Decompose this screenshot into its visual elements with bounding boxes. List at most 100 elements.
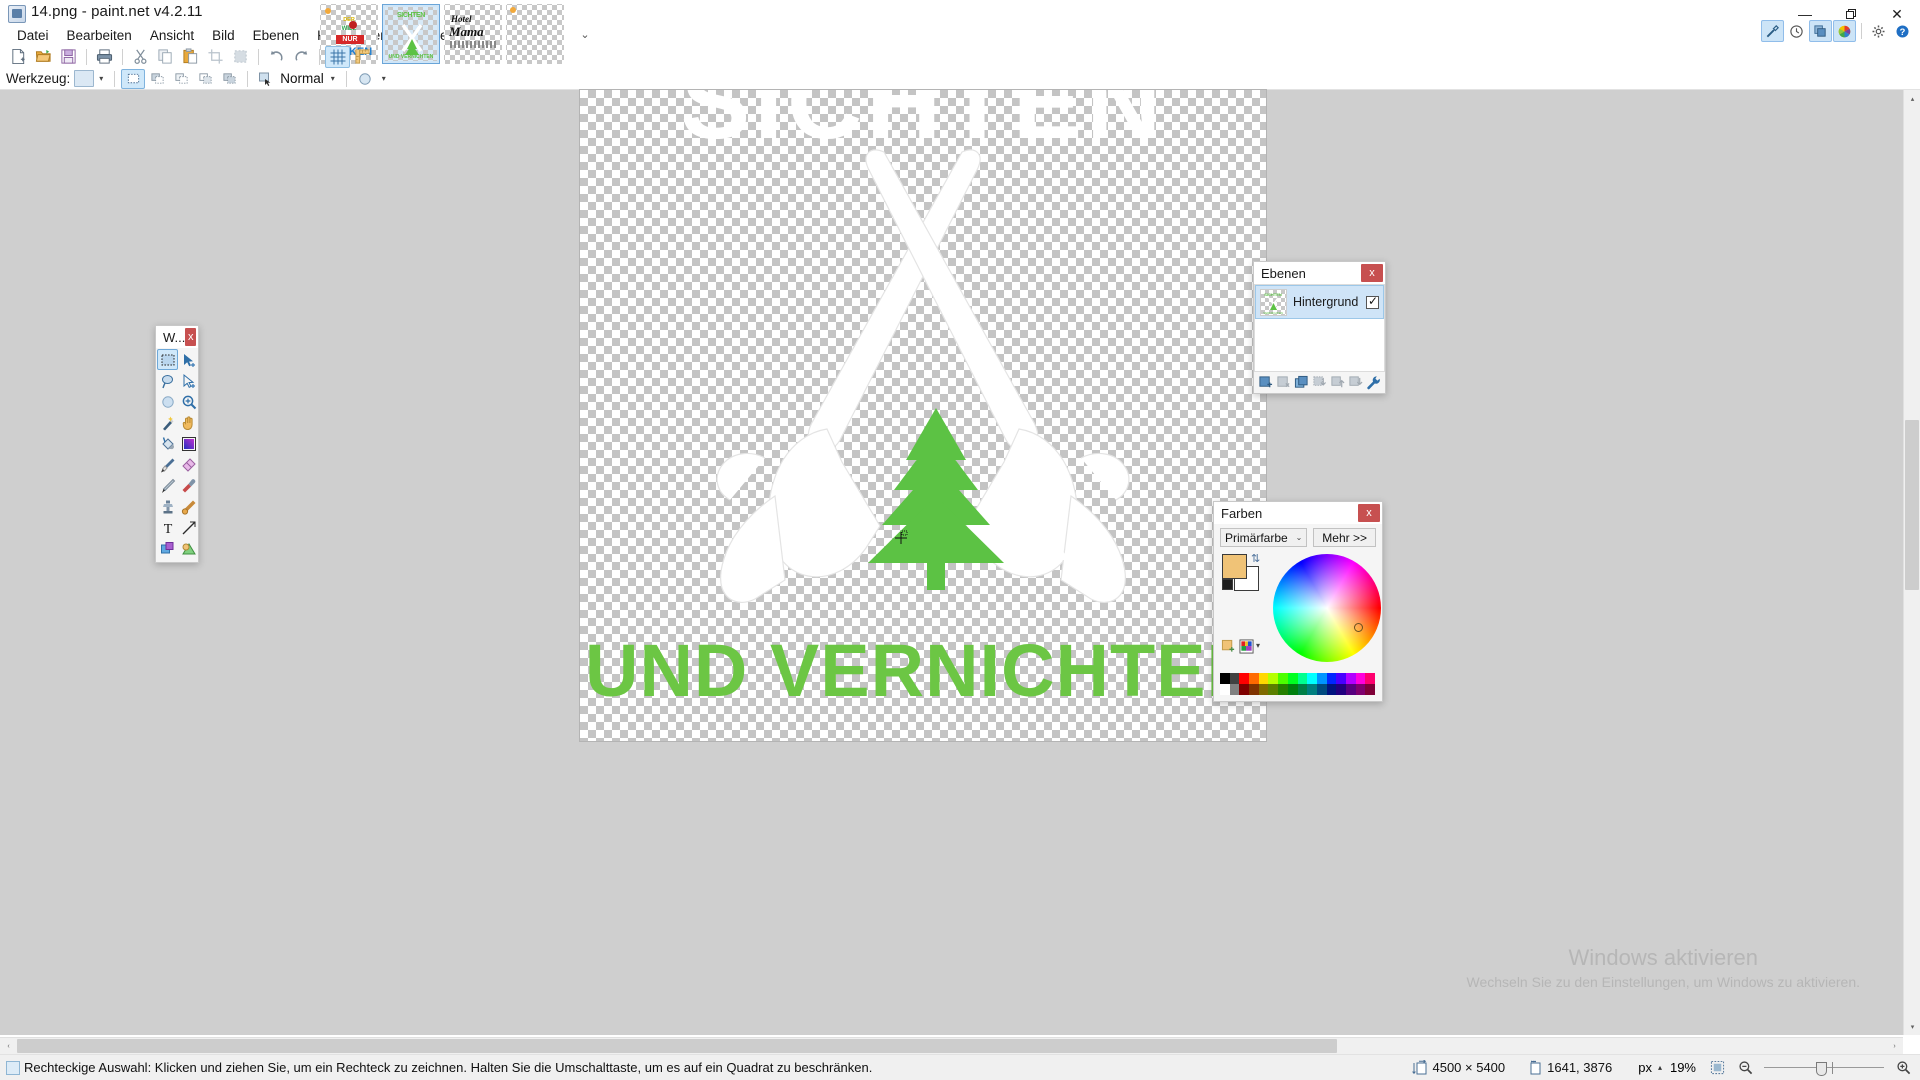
- palette-swatch[interactable]: [1307, 673, 1317, 684]
- tool-magic-wand[interactable]: [157, 412, 178, 433]
- selection-mode-intersect[interactable]: [193, 69, 217, 89]
- tool-color-picker[interactable]: [178, 475, 199, 496]
- tool-text[interactable]: T: [157, 517, 178, 538]
- palette-swatch[interactable]: [1278, 673, 1288, 684]
- palette-swatch[interactable]: [1365, 673, 1375, 684]
- color-wheel-area[interactable]: [1270, 552, 1381, 670]
- tool-paint-bucket[interactable]: [157, 433, 178, 454]
- palette-swatch[interactable]: [1316, 673, 1327, 684]
- palette-swatch[interactable]: [1336, 673, 1346, 684]
- menu-bearbeiten[interactable]: Bearbeiten: [58, 25, 141, 46]
- vertical-scroll-thumb[interactable]: [1905, 420, 1919, 590]
- tool-pan[interactable]: [178, 412, 199, 433]
- tool-ellipse-select[interactable]: [157, 391, 178, 412]
- crop-to-selection-button[interactable]: [203, 46, 228, 68]
- palette-swatch[interactable]: [1258, 673, 1269, 684]
- tools-window[interactable]: W... x T: [155, 325, 199, 563]
- colors-window[interactable]: Farben x Primärfarbe ⌄ Mehr >> ⇅ ▾: [1213, 501, 1383, 702]
- delete-layer-button[interactable]: [1275, 374, 1292, 392]
- selection-mode-exclude[interactable]: [169, 69, 193, 89]
- tool-move-selected[interactable]: [178, 349, 199, 370]
- tool-pencil[interactable]: [157, 475, 178, 496]
- layers-window-close-button[interactable]: x: [1361, 264, 1383, 282]
- move-layer-up-button[interactable]: [1329, 374, 1346, 392]
- antialiasing-button[interactable]: [353, 69, 377, 89]
- current-tool-swatch[interactable]: [74, 70, 95, 87]
- history-toggle-button[interactable]: [1785, 20, 1808, 42]
- palette-swatch[interactable]: [1307, 684, 1317, 695]
- deselect-button[interactable]: [228, 46, 253, 68]
- fill-mode-caret-icon[interactable]: ▾: [326, 74, 340, 83]
- tool-clone-stamp[interactable]: [157, 496, 178, 517]
- reset-colors-swatch[interactable]: [1222, 579, 1233, 590]
- thumbnail-dropdown-button[interactable]: ⌄: [574, 23, 596, 45]
- palette-swatch[interactable]: [1345, 673, 1356, 684]
- grid-button[interactable]: [325, 45, 350, 68]
- duplicate-layer-button[interactable]: [1293, 374, 1310, 392]
- copy-button[interactable]: [153, 46, 178, 68]
- rulers-button[interactable]: [350, 46, 375, 68]
- layer-properties-button[interactable]: [1365, 374, 1382, 392]
- zoom-slider[interactable]: [1764, 1060, 1884, 1076]
- antialiasing-caret-icon[interactable]: ▾: [377, 74, 391, 83]
- tool-gradient[interactable]: [178, 433, 199, 454]
- palette-swatch[interactable]: [1278, 684, 1288, 695]
- palette-swatch[interactable]: [1336, 684, 1346, 695]
- open-file-button[interactable]: [31, 46, 56, 68]
- palette-swatch[interactable]: [1345, 684, 1356, 695]
- color-wheel[interactable]: [1272, 554, 1381, 662]
- scroll-down-arrow-icon[interactable]: ▾: [1904, 1018, 1920, 1035]
- selection-mode-xor[interactable]: [217, 69, 241, 89]
- tool-shapes-alt[interactable]: [178, 538, 199, 559]
- print-button[interactable]: [92, 46, 117, 68]
- horizontal-scrollbar[interactable]: ‹ ›: [0, 1037, 1903, 1054]
- palette-swatch[interactable]: [1220, 673, 1230, 684]
- canvas-work-area[interactable]: SICHTEN UND VERNICHTEN Windows aktiviere…: [0, 90, 1920, 1035]
- palette-swatch[interactable]: [1268, 673, 1279, 684]
- palette-swatch[interactable]: [1287, 673, 1298, 684]
- add-layer-button[interactable]: [1257, 374, 1274, 392]
- tool-recolor[interactable]: [178, 496, 199, 517]
- palette-swatch[interactable]: [1239, 673, 1250, 684]
- palette-caret-icon[interactable]: ▾: [1256, 641, 1260, 650]
- tool-paintbrush[interactable]: [157, 454, 178, 475]
- zoom-slider-thumb[interactable]: [1816, 1061, 1827, 1076]
- palette-swatch[interactable]: [1229, 684, 1240, 695]
- more-colors-button[interactable]: Mehr >>: [1313, 528, 1376, 547]
- layer-row-hintergrund[interactable]: SICHTEN VERNICHTEN Hintergrund: [1255, 285, 1384, 319]
- selection-mode-union[interactable]: [145, 69, 169, 89]
- selection-mode-replace[interactable]: [121, 68, 146, 89]
- tool-lasso-select[interactable]: [157, 370, 178, 391]
- tools-toggle-button[interactable]: [1761, 20, 1784, 42]
- zoom-in-icon[interactable]: [1892, 1059, 1914, 1077]
- palette-swatch[interactable]: [1355, 673, 1366, 684]
- unit-caret-icon[interactable]: ▴: [1658, 1063, 1662, 1072]
- paste-button[interactable]: [178, 46, 203, 68]
- undo-button[interactable]: [264, 46, 289, 68]
- primary-color-swatch[interactable]: [1222, 554, 1247, 579]
- fill-mode-icon[interactable]: [254, 69, 278, 89]
- settings-button[interactable]: [1867, 20, 1890, 42]
- add-palette-icon[interactable]: [1220, 638, 1235, 653]
- tool-rectangle-select[interactable]: [157, 349, 178, 370]
- save-file-button[interactable]: [56, 46, 81, 68]
- cut-button[interactable]: [128, 46, 153, 68]
- palette-swatch[interactable]: [1365, 684, 1375, 695]
- palette-swatch[interactable]: [1326, 673, 1337, 684]
- palette-swatch[interactable]: [1268, 684, 1279, 695]
- tool-line-curve[interactable]: [178, 517, 199, 538]
- tool-shapes[interactable]: [157, 538, 178, 559]
- new-file-button[interactable]: [6, 46, 31, 68]
- scroll-up-arrow-icon[interactable]: ▴: [1904, 90, 1920, 107]
- palette-swatch[interactable]: [1297, 673, 1308, 684]
- redo-button[interactable]: [289, 46, 314, 68]
- horizontal-scroll-thumb[interactable]: [17, 1039, 1337, 1053]
- colors-window-close-button[interactable]: x: [1358, 504, 1380, 522]
- image-canvas[interactable]: SICHTEN UND VERNICHTEN: [580, 90, 1266, 741]
- palette-swatch[interactable]: [1258, 684, 1269, 695]
- menu-datei[interactable]: Datei: [8, 25, 58, 46]
- tool-move-selection[interactable]: [178, 370, 199, 391]
- palette-swatch[interactable]: [1229, 673, 1240, 684]
- fit-to-window-icon[interactable]: [1706, 1059, 1728, 1077]
- menu-ebenen[interactable]: Ebenen: [244, 25, 309, 46]
